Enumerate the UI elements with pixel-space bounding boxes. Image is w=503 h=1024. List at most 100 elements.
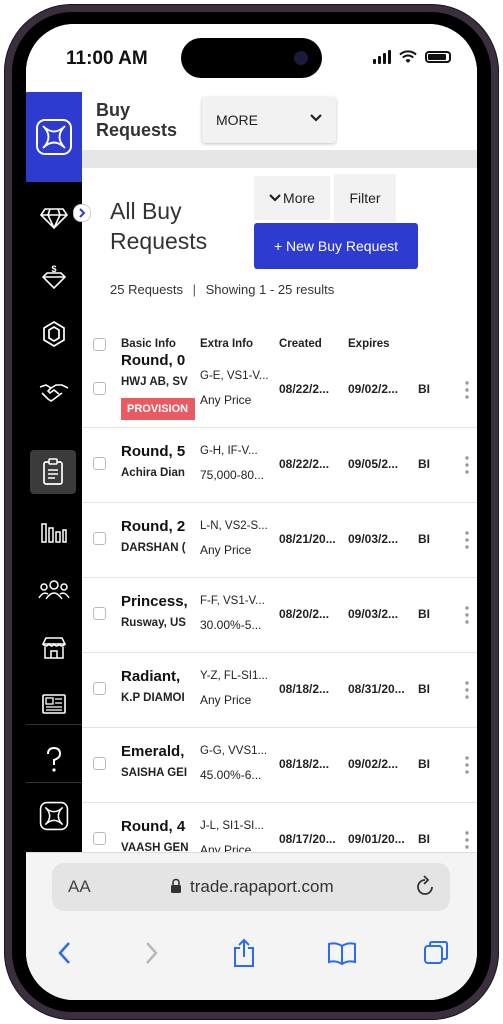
table-row[interactable]: Round, 0 HWJ AB, SV PROVISION G-E, VS1-V...…: [82, 352, 477, 428]
row-shape[interactable]: Princess,: [121, 593, 197, 610]
status-badge: PROVISION: [121, 398, 195, 420]
table-row[interactable]: Round, 4 VAASH GEN J-L, SI1-SI... Any Price…: [82, 802, 477, 852]
status-bar: 11:00 AM: [26, 24, 477, 92]
sidebar-item-home[interactable]: [26, 796, 82, 836]
row-shape[interactable]: Round, 4: [121, 818, 197, 835]
row-shape[interactable]: Radiant,: [121, 668, 197, 685]
sidebar-item-news[interactable]: [26, 684, 82, 724]
row-extra-grade: L-N, VS2-S...: [200, 520, 268, 532]
camera-icon: [294, 51, 308, 65]
sidebar-item-analytics[interactable]: [26, 512, 82, 552]
chevron-right-icon: [146, 942, 158, 964]
row-checkbox[interactable]: [93, 757, 106, 770]
more-dropdown[interactable]: MORE: [202, 97, 336, 143]
bar-chart-icon: [41, 523, 67, 543]
sidebar-item-gems[interactable]: [26, 314, 82, 354]
logo-icon: [36, 119, 72, 155]
page-title: All Buy Requests: [110, 198, 208, 254]
row-type: BI: [418, 832, 430, 846]
row-menu-icon[interactable]: [462, 456, 472, 474]
top-title: Buy Requests: [96, 100, 178, 140]
sidebar-item-help[interactable]: [26, 740, 82, 780]
row-menu-icon[interactable]: [462, 756, 472, 774]
row-menu-icon[interactable]: [462, 831, 472, 849]
row-company: Achira Dian: [121, 467, 185, 479]
row-menu-icon[interactable]: [462, 531, 472, 549]
row-extra-grade: Y-Z, FL-SI1...: [200, 670, 268, 682]
sidebar-item-buy-requests[interactable]: [30, 450, 76, 494]
table-row[interactable]: Round, 5 Achira Dian G-H, IF-V... 75,000-80…: [82, 427, 477, 503]
requests-count: 25 Requests: [110, 282, 183, 297]
divider-band: [82, 150, 477, 168]
row-menu-icon[interactable]: [462, 606, 472, 624]
more-button[interactable]: More: [254, 176, 330, 220]
row-extra-price: Any Price: [200, 843, 252, 852]
table-row[interactable]: Princess, Rusway, US F-F, VS1-V... 30.00%-5…: [82, 577, 477, 653]
share-icon: [234, 938, 254, 967]
filter-button[interactable]: Filter: [334, 174, 396, 222]
row-type: BI: [418, 682, 430, 696]
table-row[interactable]: Emerald, SAISHA GEI G-G, VVS1... 45.00%-6..…: [82, 727, 477, 803]
row-expires: 09/01/20...: [348, 832, 405, 846]
sidebar-item-trades[interactable]: [26, 372, 82, 412]
row-expires: 08/31/20...: [348, 682, 405, 696]
header-basic-info[interactable]: Basic Info: [121, 338, 176, 350]
battery-icon: [425, 51, 451, 63]
row-shape[interactable]: Emerald,: [121, 743, 197, 760]
table-row[interactable]: Round, 2 DARSHAN (L-N, VS2-S... Any Price 0…: [82, 502, 477, 578]
row-checkbox[interactable]: [93, 532, 106, 545]
row-expires: 09/03/2...: [348, 607, 399, 621]
help-icon: [47, 746, 62, 772]
row-extra-grade: F-F, VS1-V...: [200, 595, 265, 607]
row-menu-icon[interactable]: [462, 381, 472, 399]
share-button[interactable]: [224, 933, 264, 973]
table-row[interactable]: Radiant, K.P DIAMOI Y-Z, FL-SI1... Any Pric…: [82, 652, 477, 728]
top-bar: Buy Requests MORE: [82, 92, 477, 150]
clipboard-icon: [43, 458, 63, 485]
forward-button[interactable]: [132, 933, 172, 973]
more-button-label: More: [283, 190, 315, 206]
book-icon: [328, 942, 356, 965]
header-expires[interactable]: Expires: [348, 338, 390, 350]
tabs-button[interactable]: [416, 933, 456, 973]
row-shape[interactable]: Round, 5: [121, 443, 197, 460]
reload-icon[interactable]: [414, 875, 436, 897]
row-checkbox[interactable]: [93, 607, 106, 620]
screen: 11:00 AM $ Buy Requests MORE All Buy Req…: [26, 24, 477, 1000]
more-dropdown-label: MORE: [216, 112, 258, 128]
results-count: 25 Requests | Showing 1 - 25 results: [110, 282, 334, 297]
row-checkbox[interactable]: [93, 682, 106, 695]
row-created: 08/22/2...: [279, 457, 330, 471]
row-type: BI: [418, 382, 430, 396]
sidebar-item-loose-diamonds[interactable]: $: [26, 256, 82, 296]
row-checkbox[interactable]: [93, 382, 106, 395]
sidebar-item-marketplace[interactable]: [26, 628, 82, 668]
lock-icon: [171, 878, 181, 893]
chevron-left-icon: [58, 942, 70, 964]
browser-toolbar: AA trade.rapaport.com: [26, 852, 477, 1000]
address-bar[interactable]: AA trade.rapaport.com: [52, 863, 450, 911]
header-extra-info[interactable]: Extra Info: [200, 338, 253, 350]
row-shape[interactable]: Round, 2: [121, 518, 197, 535]
row-expires: 09/03/2...: [348, 532, 399, 546]
sidebar-collapse-button[interactable]: [73, 204, 91, 222]
back-button[interactable]: [44, 933, 84, 973]
chevron-down-icon: [269, 194, 281, 202]
header-created[interactable]: Created: [279, 338, 322, 350]
bookmarks-button[interactable]: [322, 933, 362, 973]
row-checkbox[interactable]: [93, 457, 106, 470]
row-shape[interactable]: Round, 0: [121, 352, 197, 369]
rapaport-logo[interactable]: [26, 92, 82, 182]
url-text: trade.rapaport.com: [190, 877, 334, 896]
sidebar-item-network[interactable]: [26, 570, 82, 610]
select-all-checkbox[interactable]: [93, 338, 106, 351]
row-checkbox[interactable]: [93, 832, 106, 845]
people-icon: [38, 580, 70, 600]
reader-settings-button[interactable]: AA: [68, 877, 91, 897]
row-menu-icon[interactable]: [462, 681, 472, 699]
new-buy-request-button[interactable]: + New Buy Request: [254, 223, 418, 269]
status-time: 11:00 AM: [66, 48, 148, 69]
row-expires: 09/02/2...: [348, 382, 399, 396]
row-extra-price: 45.00%-6...: [200, 768, 262, 782]
tabs-icon: [424, 941, 448, 964]
